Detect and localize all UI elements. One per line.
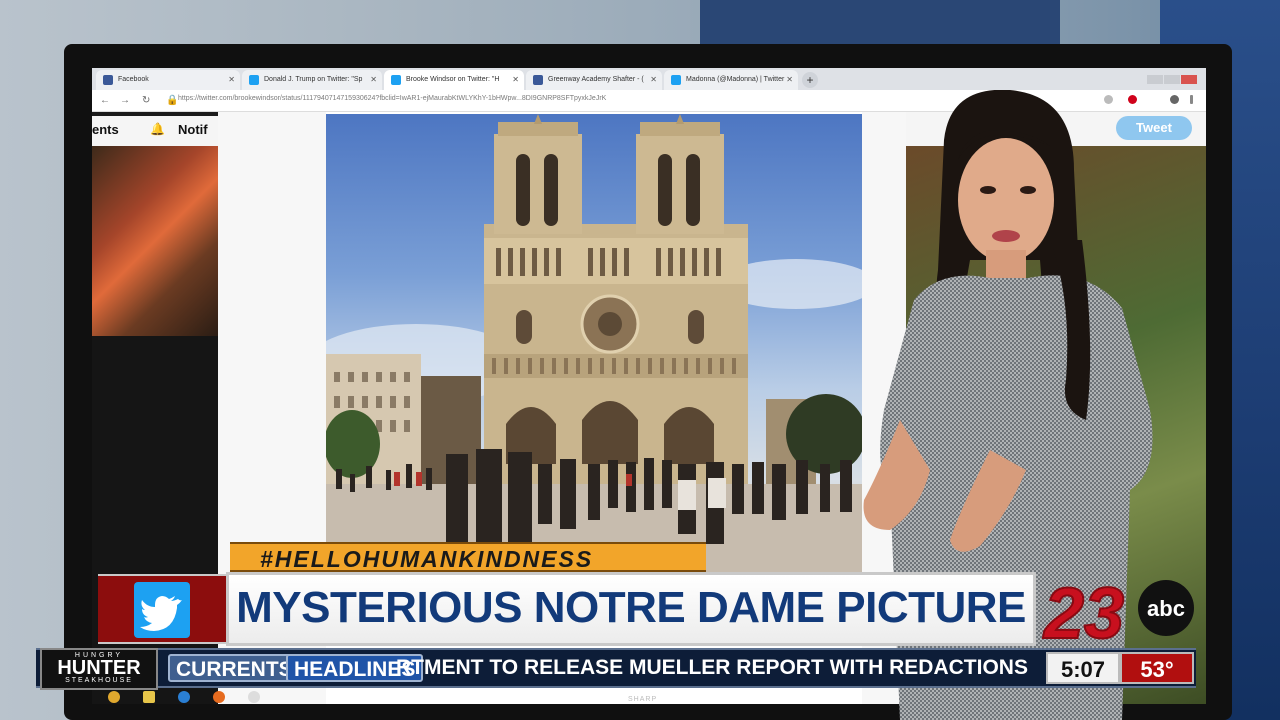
tab-label: Donald J. Trump on Twitter: "Sp xyxy=(264,76,363,83)
close-icon[interactable]: ✕ xyxy=(370,75,377,84)
new-tab-button[interactable]: + xyxy=(802,72,818,88)
close-icon[interactable]: ✕ xyxy=(512,75,519,84)
facebook-icon xyxy=(533,75,543,85)
bell-icon[interactable]: 🔔 xyxy=(150,122,165,136)
url-field[interactable]: https://twitter.com/brookewindsor/status… xyxy=(178,95,606,102)
tab-label: Brooke Windsor on Twitter: "H xyxy=(406,76,500,83)
chrome-icon[interactable] xyxy=(108,691,120,703)
close-icon[interactable]: ✕ xyxy=(650,75,657,84)
notre-dame-illustration xyxy=(326,114,862,572)
reload-icon[interactable]: ↻ xyxy=(142,95,150,106)
notre-dame-photo xyxy=(326,114,862,572)
close-icon[interactable]: ✕ xyxy=(786,75,793,84)
minimize-button[interactable] xyxy=(1147,75,1163,84)
profile-header-photo xyxy=(92,146,218,336)
news-broadcast-frame: Facebook ✕ Donald J. Trump on Twitter: "… xyxy=(0,0,1280,720)
twitter-bird-icon xyxy=(134,582,190,638)
maximize-button[interactable] xyxy=(1164,75,1180,84)
headline-banner: MYSTERIOUS NOTRE DAME PICTURE xyxy=(226,572,1036,646)
station-logo: 23 abc xyxy=(1041,573,1194,650)
twitter-logo-box xyxy=(98,574,226,644)
browser-tab-trump[interactable]: Donald J. Trump on Twitter: "Sp ✕ xyxy=(242,70,382,90)
firefox-icon[interactable] xyxy=(213,691,225,703)
sponsor-logo: HUNGRY HUNTER STEAKHOUSE xyxy=(40,648,158,690)
taskbar-icons xyxy=(108,690,328,704)
back-icon[interactable]: ← xyxy=(100,95,110,106)
monitor-brand: SHARP xyxy=(628,696,658,703)
tab-label: Greenway Academy Shafter - ( xyxy=(548,76,644,83)
studio-background-top xyxy=(700,0,1060,50)
network-logo: abc xyxy=(1147,596,1185,621)
temperature: 53° xyxy=(1120,652,1194,684)
forward-icon[interactable]: → xyxy=(120,95,130,106)
folder-icon[interactable] xyxy=(143,691,155,703)
sponsor-name: HUNTER xyxy=(57,657,141,679)
close-window-button[interactable] xyxy=(1181,75,1197,84)
browser-tab-brooke[interactable]: Brooke Windsor on Twitter: "H ✕ xyxy=(384,70,524,90)
browser-tab-madonna[interactable]: Madonna (@Madonna) | Twitter ✕ xyxy=(664,70,798,90)
clock: 5:07 xyxy=(1046,652,1120,684)
moments-tab-fragment[interactable]: ents xyxy=(92,122,119,137)
notifications-tab-fragment[interactable]: Notif xyxy=(178,122,208,137)
twitter-icon xyxy=(249,75,259,85)
hashtag-banner: #HELLOHUMANKINDNESS xyxy=(230,542,706,572)
tab-label: Madonna (@Madonna) | Twitter xyxy=(686,76,785,83)
menu-icon[interactable] xyxy=(1190,95,1193,104)
twitter-nav: ents 🔔 Notif xyxy=(92,116,218,146)
lock-icon: 🔒 xyxy=(166,95,179,106)
twitter-icon xyxy=(391,75,401,85)
browser-tab-facebook[interactable]: Facebook ✕ xyxy=(96,70,240,90)
browser-tab-bar: Facebook ✕ Donald J. Trump on Twitter: "… xyxy=(92,68,1206,90)
facebook-icon xyxy=(103,75,113,85)
app-icon[interactable] xyxy=(248,691,260,703)
station-number: 23 xyxy=(1042,574,1124,650)
tab-label: Facebook xyxy=(118,76,149,83)
window-controls[interactable] xyxy=(1146,71,1202,84)
currents-label: CURRENTS xyxy=(168,654,301,682)
close-icon[interactable]: ✕ xyxy=(228,75,235,84)
ticker-crawl-text: RTMENT TO RELEASE MUELLER REPORT WITH RE… xyxy=(396,656,1030,679)
ie-icon[interactable] xyxy=(178,691,190,703)
twitter-icon xyxy=(671,75,681,85)
browser-tab-greenway[interactable]: Greenway Academy Shafter - ( ✕ xyxy=(526,70,662,90)
